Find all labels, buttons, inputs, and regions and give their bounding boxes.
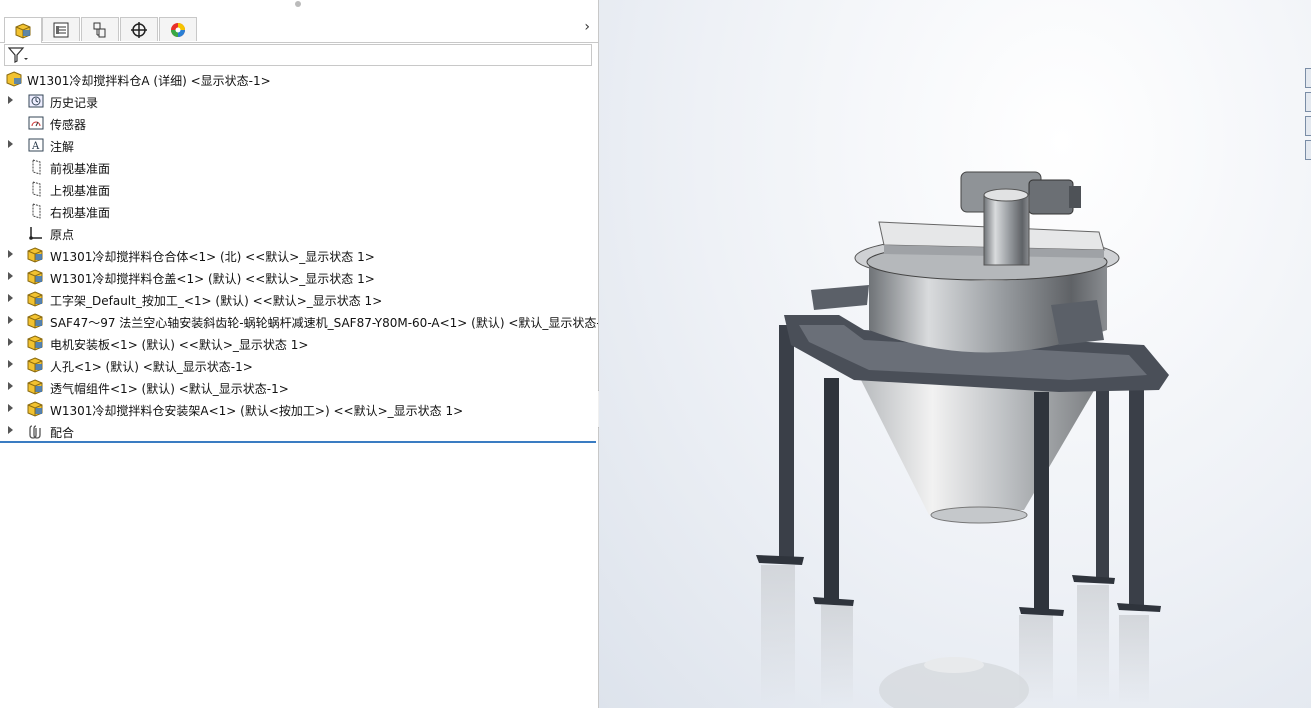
cooling-mixing-silo-3d-model bbox=[756, 171, 1169, 708]
tree-item-label: 前视基准面 bbox=[50, 162, 111, 176]
manager-tab-bar: › bbox=[0, 15, 598, 43]
crosshair-icon bbox=[131, 21, 147, 38]
tree-item-label: W1301冷却搅拌料仓盖<1> (默认) <<默认>_显示状态 1> bbox=[50, 272, 375, 286]
subassembly-icon bbox=[27, 247, 43, 263]
hide-show-button[interactable] bbox=[1305, 140, 1311, 160]
panel-grip-handle[interactable] bbox=[295, 1, 301, 7]
tree-item[interactable]: W1301冷却搅拌料仓安装架A<1> (默认<按加工>) <<默认>_显示状态 … bbox=[0, 398, 598, 420]
subassembly-icon bbox=[27, 313, 43, 329]
svg-text:A: A bbox=[31, 141, 40, 152]
expand-caret-icon[interactable] bbox=[8, 140, 13, 148]
expand-caret-icon[interactable] bbox=[8, 250, 13, 258]
display-style-button[interactable] bbox=[1305, 116, 1311, 136]
tree-item-label: 注解 bbox=[50, 140, 75, 154]
expand-caret-icon[interactable] bbox=[8, 96, 13, 104]
tree-item[interactable]: W1301冷却搅拌料仓合体<1> (北) <<默认>_显示状态 1> bbox=[0, 244, 598, 266]
configuration-icon bbox=[93, 22, 106, 37]
tree-item-label: 透气帽组件<1> (默认) <默认_显示状态-1> bbox=[50, 382, 289, 396]
assembly-icon bbox=[15, 22, 31, 39]
section-view-button[interactable] bbox=[1305, 92, 1311, 112]
tree-item-label: 传感器 bbox=[50, 118, 87, 132]
tree-item[interactable]: SAF47～97 法兰空心轴安装斜齿轮-蜗轮蜗杆减速机_SAF87-Y80M-6… bbox=[0, 310, 598, 332]
subassembly-icon bbox=[27, 379, 43, 395]
viewport-right-toolbar bbox=[1305, 68, 1311, 164]
property-icon bbox=[53, 22, 69, 37]
assembly-icon bbox=[6, 71, 22, 87]
subassembly-icon bbox=[27, 335, 43, 351]
plane-icon bbox=[32, 159, 41, 175]
tree-item-label: SAF47～97 法兰空心轴安装斜齿轮-蜗轮蜗杆减速机_SAF87-Y80M-6… bbox=[50, 316, 598, 330]
configuration-manager-tab[interactable] bbox=[81, 17, 119, 41]
expand-caret-icon[interactable] bbox=[8, 294, 13, 302]
display-manager-tab[interactable] bbox=[159, 17, 197, 41]
subassembly-icon bbox=[27, 401, 43, 417]
history-icon bbox=[28, 94, 44, 108]
sensor-icon bbox=[28, 116, 44, 130]
tree-item-label: W1301冷却搅拌料仓安装架A<1> (默认<按加工>) <<默认>_显示状态 … bbox=[50, 404, 464, 418]
subassembly-icon bbox=[27, 291, 43, 307]
expand-caret-icon[interactable] bbox=[8, 272, 13, 280]
subassembly-icon bbox=[27, 269, 43, 285]
tree-item[interactable]: 上视基准面 bbox=[0, 178, 598, 200]
tree-item[interactable]: 透气帽组件<1> (默认) <默认_显示状态-1> bbox=[0, 376, 598, 398]
subassembly-icon bbox=[27, 357, 43, 373]
expand-caret-icon[interactable] bbox=[8, 338, 13, 346]
tree-item[interactable]: 人孔<1> (默认) <默认_显示状态-1> bbox=[0, 354, 598, 376]
tree-end-divider bbox=[0, 441, 596, 443]
tree-item-label: W1301冷却搅拌料仓合体<1> (北) <<默认>_显示状态 1> bbox=[50, 250, 375, 264]
tree-filter-box[interactable] bbox=[4, 44, 592, 66]
tree-item[interactable]: 工字架_Default_按加工_<1> (默认) <<默认>_显示状态 1> bbox=[0, 288, 598, 310]
expand-caret-icon[interactable] bbox=[8, 426, 13, 434]
feature-manager-tab[interactable] bbox=[4, 17, 42, 43]
origin-icon bbox=[29, 227, 42, 240]
expand-caret-icon[interactable] bbox=[8, 316, 13, 324]
graphics-viewport[interactable] bbox=[599, 0, 1311, 708]
tree-item-label: 原点 bbox=[50, 228, 75, 242]
view-orientation-button[interactable] bbox=[1305, 68, 1311, 88]
tree-item[interactable]: 右视基准面 bbox=[0, 200, 598, 222]
expand-caret-icon[interactable] bbox=[8, 382, 13, 390]
property-manager-tab[interactable] bbox=[42, 17, 80, 41]
annotation-icon: A bbox=[28, 138, 44, 152]
more-tabs-arrow[interactable]: › bbox=[584, 19, 590, 35]
appearance-icon bbox=[171, 22, 185, 37]
plane-icon bbox=[32, 181, 41, 197]
expand-caret-icon[interactable] bbox=[8, 360, 13, 368]
tree-item-label: 历史记录 bbox=[50, 96, 99, 110]
tree-item[interactable]: 电机安装板<1> (默认) <<默认>_显示状态 1> bbox=[0, 332, 598, 354]
expand-caret-icon[interactable] bbox=[8, 404, 13, 412]
tree-item[interactable]: A 注解 bbox=[0, 134, 598, 156]
tree-item-label: 人孔<1> (默认) <默认_显示状态-1> bbox=[50, 360, 253, 374]
tree-item[interactable]: W1301冷却搅拌料仓盖<1> (默认) <<默认>_显示状态 1> bbox=[0, 266, 598, 288]
tree-item[interactable]: 传感器 bbox=[0, 112, 598, 134]
tree-item[interactable]: 原点 bbox=[0, 222, 598, 244]
tree-item-label: 配合 bbox=[50, 426, 75, 440]
tree-item-label: 上视基准面 bbox=[50, 184, 111, 198]
tree-item[interactable]: 历史记录 bbox=[0, 90, 598, 112]
tree-item-label: 电机安装板<1> (默认) <<默认>_显示状态 1> bbox=[50, 338, 309, 352]
tree-root-label: W1301冷却搅拌料仓A (详细) <显示状态-1> bbox=[27, 74, 271, 88]
dimxpert-manager-tab[interactable] bbox=[120, 17, 158, 41]
tree-root-item[interactable]: W1301冷却搅拌料仓A (详细) <显示状态-1> bbox=[0, 68, 598, 90]
mates-icon bbox=[29, 425, 41, 439]
tree-item[interactable]: 配合 bbox=[0, 420, 598, 442]
feature-manager-panel: › W1301冷却搅拌料仓A (详细) <显示状态-1> 历史记录传感器 A 注解前… bbox=[0, 0, 598, 708]
plane-icon bbox=[32, 203, 41, 219]
tree-item-label: 右视基准面 bbox=[50, 206, 111, 220]
tree-item[interactable]: 前视基准面 bbox=[0, 156, 598, 178]
tree-item-label: 工字架_Default_按加工_<1> (默认) <<默认>_显示状态 1> bbox=[50, 294, 383, 308]
filter-icon[interactable] bbox=[8, 47, 30, 63]
